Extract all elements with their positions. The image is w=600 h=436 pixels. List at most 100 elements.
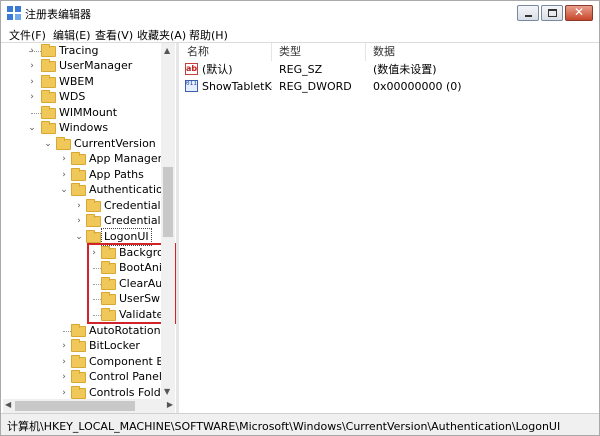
menu-view[interactable]: 查看(V) [95, 27, 133, 43]
collapse-icon[interactable]: ⌄ [59, 182, 69, 198]
menu-file[interactable]: 文件(F) [9, 27, 46, 43]
tree-connector [63, 331, 71, 332]
expand-icon[interactable]: › [27, 43, 37, 59]
scrollbar-thumb[interactable] [163, 167, 173, 237]
folder-icon [56, 137, 71, 150]
tree-node[interactable]: ⌄ Authentication [3, 182, 175, 198]
column-header-type[interactable]: 类型 [279, 43, 301, 61]
string-value-icon: ab [185, 63, 198, 75]
tree-node[interactable]: › Tracing [3, 43, 175, 59]
tree-node[interactable]: ⌄ Windows [3, 120, 175, 136]
collapse-icon[interactable]: ⌄ [27, 120, 37, 136]
column-separator[interactable] [365, 43, 366, 61]
folder-icon [41, 121, 56, 134]
folder-icon [86, 199, 101, 212]
tree-node[interactable]: › App Manageme [3, 151, 175, 167]
registry-editor-window: 注册表编辑器 ✕ 文件(F) 编辑(E) 查看(V) 收藏夹(A) 帮助(H) … [0, 0, 600, 436]
value-data: 0x00000000 (0) [373, 80, 462, 93]
menu-bar: 文件(F) 编辑(E) 查看(V) 收藏夹(A) 帮助(H) [1, 25, 599, 43]
tree-node[interactable]: › Credential Pr [3, 198, 175, 214]
close-icon: ✕ [573, 5, 585, 19]
scroll-right-icon[interactable]: ▶ [167, 400, 173, 409]
maximize-button[interactable] [541, 5, 563, 21]
binary-value-icon: 0110 [185, 80, 198, 92]
menu-favorites[interactable]: 收藏夹(A) [137, 27, 186, 43]
registry-editor-icon [7, 6, 21, 20]
tree-node-label: WDS [59, 90, 86, 103]
expand-icon[interactable]: › [59, 151, 69, 167]
tree-node-label: BitLocker [89, 339, 140, 352]
expand-icon[interactable]: › [59, 338, 69, 354]
tree-node[interactable]: › App Paths [3, 167, 175, 183]
tree-node-label: Control Panel [89, 370, 162, 383]
scroll-up-icon[interactable]: ▲ [164, 46, 170, 55]
tree-vertical-scrollbar[interactable]: ▲ ▼ [161, 43, 175, 399]
tree-node-label: Windows [59, 121, 109, 134]
tree-horizontal-scrollbar[interactable]: ◀ ▶ [3, 399, 175, 413]
minimize-button[interactable] [517, 5, 539, 21]
column-header-data[interactable]: 数据 [373, 43, 395, 61]
tree-node-label: WBEM [59, 75, 94, 88]
expand-icon[interactable]: › [27, 58, 37, 74]
expand-icon[interactable]: › [27, 74, 37, 90]
value-name: (默认) [202, 63, 233, 76]
tree-node[interactable]: › UserManager [3, 58, 175, 74]
folder-open-icon [86, 230, 101, 243]
tree-node-label: WIMMount [59, 106, 118, 119]
tree-node[interactable]: ⌄ CurrentVersion [3, 136, 175, 152]
expand-icon[interactable]: › [59, 369, 69, 385]
tree-node[interactable]: › WDS [3, 89, 175, 105]
maximize-icon [548, 9, 557, 17]
folder-icon [41, 44, 56, 57]
folder-icon [41, 59, 56, 72]
registry-key-tree: › Tracing › UserManager › WBEM › WDS WIM… [3, 43, 175, 413]
folder-icon [71, 324, 86, 337]
folder-icon [71, 355, 86, 368]
folder-icon [71, 386, 86, 399]
folder-icon [71, 168, 86, 181]
value-data: (数值未设置) [373, 63, 437, 76]
value-row[interactable]: ab (默认) REG_SZ (数值未设置) [179, 61, 599, 78]
status-bar: 计算机\HKEY_LOCAL_MACHINE\SOFTWARE\Microsof… [1, 413, 599, 435]
title-bar: 注册表编辑器 ✕ [1, 1, 599, 25]
folder-icon [86, 214, 101, 227]
tree-node[interactable]: AutoRotation [3, 323, 175, 339]
menu-edit[interactable]: 编辑(E) [53, 27, 91, 43]
folder-icon [71, 152, 86, 165]
collapse-icon[interactable]: ⌄ [74, 229, 84, 245]
folder-icon [41, 75, 56, 88]
scroll-left-icon[interactable]: ◀ [5, 400, 11, 409]
expand-icon[interactable]: › [74, 213, 84, 229]
expand-icon[interactable]: › [27, 89, 37, 105]
column-separator[interactable] [271, 43, 272, 61]
tree-node-label: App Paths [89, 168, 144, 181]
folder-icon [71, 370, 86, 383]
close-button[interactable]: ✕ [565, 5, 593, 21]
collapse-icon[interactable]: ⌄ [43, 136, 53, 152]
minimize-icon [525, 15, 532, 17]
tree-node[interactable]: › Component Bas [3, 354, 175, 370]
value-row[interactable]: 0110 ShowTabletKe... REG_DWORD 0x0000000… [179, 78, 599, 95]
scrollbar-thumb[interactable] [15, 401, 135, 411]
scroll-down-icon[interactable]: ▼ [164, 387, 170, 396]
tree-node[interactable]: › Credential Pr [3, 213, 175, 229]
tree-node[interactable]: › WBEM [3, 74, 175, 90]
registry-values-list: 名称 类型 数据 ab (默认) REG_SZ (数值未设置) 0110 Sho… [179, 43, 599, 413]
tree-node[interactable]: › Control Panel [3, 369, 175, 385]
expand-icon[interactable]: › [59, 354, 69, 370]
tree-node[interactable]: › BitLocker [3, 338, 175, 354]
menu-help[interactable]: 帮助(H) [189, 27, 228, 43]
column-header-name[interactable]: 名称 [187, 43, 209, 61]
expand-icon[interactable]: › [74, 198, 84, 214]
folder-icon [71, 339, 86, 352]
tree-node-label: AutoRotation [89, 324, 161, 337]
tree-node-label: Tracing [59, 44, 99, 57]
tree-node-label: UserManager [59, 59, 133, 72]
tree-connector [31, 113, 41, 114]
window-title: 注册表编辑器 [25, 8, 91, 21]
tree-node[interactable]: WIMMount [3, 105, 175, 121]
folder-icon [71, 183, 86, 196]
key-path: 计算机\HKEY_LOCAL_MACHINE\SOFTWARE\Microsof… [7, 420, 561, 433]
value-type: REG_SZ [279, 63, 323, 76]
expand-icon[interactable]: › [59, 167, 69, 183]
